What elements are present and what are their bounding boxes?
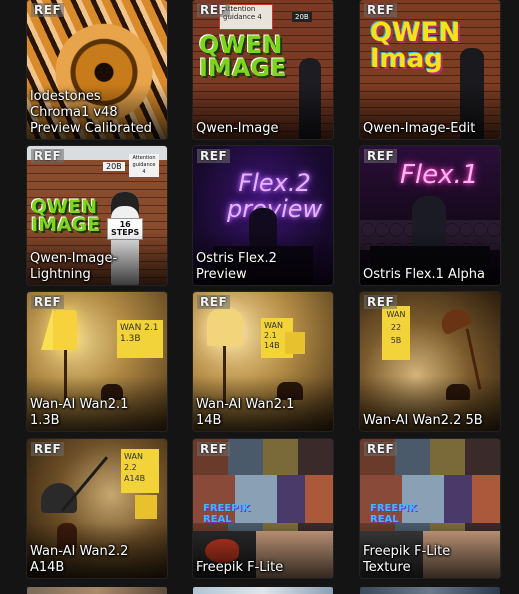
ref-badge: REF <box>31 295 65 309</box>
ref-badge: REF <box>197 3 231 17</box>
ref-badge: REF <box>31 3 65 17</box>
sticky-note-small <box>135 495 157 519</box>
model-tile-wan21-13b[interactable]: WAN 2.1 1.3B REF Wan-AI Wan2.1 1.3B <box>27 292 167 431</box>
sticky-note: WAN 22 5B <box>382 306 410 360</box>
sticky-note: WAN 2.1 1.3B <box>117 320 163 358</box>
ref-badge: REF <box>364 295 398 309</box>
model-name: Qwen-Image- Lightning <box>30 251 118 282</box>
model-tile-wan21-14b[interactable]: WAN 2.1 14B REF Wan-AI Wan2.1 14B <box>193 292 333 431</box>
model-name: Freepik F-Lite <box>196 560 284 575</box>
qwen-image-graffiti: QWEN IMAGE <box>31 196 101 236</box>
freepik-real-graffiti: FREEPIK REAL <box>370 503 417 525</box>
ref-badge: REF <box>31 149 65 163</box>
lamp-shade <box>207 308 243 346</box>
size-sign: 20B <box>103 162 125 171</box>
model-name: Qwen-Image <box>196 121 279 136</box>
sticky-note: WAN 2.2 A14B <box>121 449 159 493</box>
ref-badge: REF <box>197 442 231 456</box>
model-tile-qwen-lightning[interactable]: 20B Attention guidance 4 QWEN IMAGE 16 S… <box>27 146 167 285</box>
model-tile-qwen-image-edit[interactable]: QWEN Imag REF Qwen-Image-Edit <box>360 0 500 139</box>
size-sign: 20B <box>292 12 312 22</box>
model-name: lodestones Chroma1 v48 Preview Calibrate… <box>30 89 152 136</box>
next-row-tile-peek[interactable] <box>360 587 500 594</box>
ref-badge: REF <box>31 442 65 456</box>
model-name: Freepik F-Lite Texture <box>363 544 451 575</box>
model-tile-chroma[interactable]: REF lodestones Chroma1 v48 Preview Calib… <box>27 0 167 139</box>
model-name: Wan-AI Wan2.1 1.3B <box>30 397 129 428</box>
sticky-note-small <box>285 332 305 354</box>
model-name: Wan-AI Wan2.2 A14B <box>30 544 129 575</box>
model-name: Ostris Flex.2 Preview <box>196 251 277 282</box>
flex1-neon-sign: Flex.1 <box>400 160 479 190</box>
ref-badge: REF <box>364 149 398 163</box>
model-tile-wan22-5b[interactable]: WAN 22 5B REF Wan-AI Wan2.2 5B <box>360 292 500 431</box>
model-name: Ostris Flex.1 Alpha <box>363 267 486 282</box>
model-tile-freepik-flite[interactable]: FREEPIK REAL REF Freepik F-Lite <box>193 439 333 578</box>
model-name: Wan-AI Wan2.1 14B <box>196 397 295 428</box>
qwen-image-graffiti: QWEN IMAGE <box>199 31 287 82</box>
model-tile-flex2[interactable]: Flex.2 preview REF Ostris Flex.2 Preview <box>193 146 333 285</box>
model-tile-wan22-a14b[interactable]: WAN 2.2 A14B REF Wan-AI Wan2.2 A14B <box>27 439 167 578</box>
next-row-tile-peek[interactable] <box>193 587 333 594</box>
lamp-shade-fill <box>53 310 77 350</box>
qwen-image-graffiti: QWEN Imag <box>370 18 461 74</box>
ref-badge: REF <box>197 149 231 163</box>
model-tile-freepik-flite-texture[interactable]: FREEPIK REAL REF Freepik F-Lite Texture <box>360 439 500 578</box>
model-name: Qwen-Image-Edit <box>363 121 476 136</box>
ref-badge: REF <box>364 3 398 17</box>
model-tile-qwen-image[interactable]: Attention guidance 4 20B QWEN IMAGE REF … <box>193 0 333 139</box>
next-row-tile-peek[interactable] <box>27 587 167 594</box>
freepik-real-graffiti: FREEPIK REAL <box>203 503 250 525</box>
attention-sign: Attention guidance 4 <box>129 154 159 177</box>
model-tile-flex1[interactable]: Flex.1 REF Ostris Flex.1 Alpha <box>360 146 500 285</box>
ref-badge: REF <box>197 295 231 309</box>
ref-badge: REF <box>364 442 398 456</box>
model-name: Wan-AI Wan2.2 5B <box>363 413 483 428</box>
